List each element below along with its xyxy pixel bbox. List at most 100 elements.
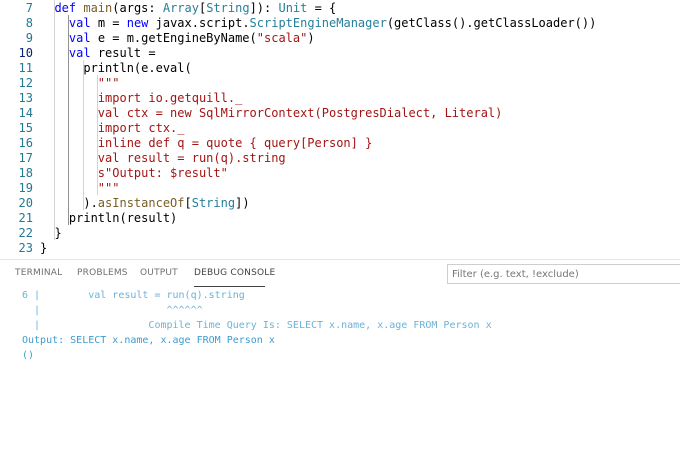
code-text: """ [40,181,120,196]
code-token: val ctx = new SqlMirrorContext(PostgresD… [40,106,503,120]
console-line: () [22,350,35,361]
code-token: val [68,31,98,45]
tab-debug-console[interactable]: DEBUG CONSOLE [194,268,275,278]
code-token: val result = run(q).string [40,151,286,165]
code-token: "scala" [256,31,308,45]
line-number: 16 [18,136,33,150]
line-number: 13 [18,91,33,105]
code-token: m = [97,16,127,30]
code-token: inline def q = quote { query[Person] } [40,136,373,150]
console-line: | Compile Time Query Is: SELECT x.name, … [22,320,492,331]
code-token: result = [97,46,156,60]
line-number: 22 [18,226,33,240]
tab-problems[interactable]: PROBLEMS [77,268,128,278]
code-text: ).asInstanceOf[String]) [40,196,250,211]
code-token: String [191,196,236,210]
code-text: val ctx = new SqlMirrorContext(PostgresD… [40,106,503,121]
code-text: import ctx._ [40,121,185,136]
code-line[interactable]: 22 } [0,226,680,241]
code-line[interactable]: 17 val result = run(q).string [0,151,680,166]
line-number: 15 [18,121,33,135]
code-line[interactable]: 7 def main(args: Array[String]): Unit = … [0,1,680,16]
console-line: 6 | val result = run(q).string [22,290,245,301]
code-token: javax.script. [155,16,250,30]
code-token: } [40,241,48,255]
code-text: val result = [40,46,156,61]
code-token: ). [40,196,98,210]
code-token: val [68,16,98,30]
code-text: def main(args: Array[String]): Unit = { [40,1,336,16]
line-number: 9 [25,31,33,45]
code-token: Array [162,1,199,15]
tab-terminal[interactable]: TERMINAL [15,268,62,278]
code-line[interactable]: 21 println(result) [0,211,680,226]
code-line[interactable]: 19 """ [0,181,680,196]
line-number: 18 [18,166,33,180]
code-text: """ [40,76,120,91]
code-token: (getClass().getClassLoader()) [386,16,597,30]
code-token: ScriptEngineManager [249,16,387,30]
code-text: inline def q = quote { query[Person] } [40,136,373,151]
code-line[interactable]: 10 val result = [0,46,680,61]
code-token: [ [184,196,192,210]
code-editor[interactable]: 7 def main(args: Array[String]): Unit = … [0,0,680,260]
code-text: println(e.eval( [40,61,192,76]
code-token: ) [307,31,315,45]
code-line[interactable]: 14 val ctx = new SqlMirrorContext(Postgr… [0,106,680,121]
code-line[interactable]: 9 val e = m.getEngineByName("scala") [0,31,680,46]
code-token: """ [40,181,120,195]
line-number: 21 [18,211,33,225]
code-token: asInstanceOf [97,196,185,210]
code-text: } [40,226,62,241]
line-number: 20 [18,196,33,210]
code-line[interactable]: 8 val m = new javax.script.ScriptEngineM… [0,16,680,31]
code-token: new [126,16,156,30]
console-line: | ^^^^^^ [22,305,203,316]
line-number: 23 [18,241,33,255]
line-number: 11 [18,61,33,75]
code-token: import ctx._ [40,121,185,135]
code-token: (args: [112,1,163,15]
code-text: val m = new javax.script.ScriptEngineMan… [40,16,596,31]
code-token: ]) [235,196,250,210]
code-text: val result = run(q).string [40,151,286,166]
line-number: 10 [18,46,33,60]
line-number: 19 [18,181,33,195]
code-token: Unit [278,1,308,15]
code-line[interactable]: 18 s"Output: $result" [0,166,680,181]
code-token: e = m.getEngineByName( [97,31,257,45]
code-line[interactable]: 11 println(e.eval( [0,61,680,76]
code-line[interactable]: 15 import ctx._ [0,121,680,136]
line-number: 8 [25,16,33,30]
code-token: println(result) [40,211,178,225]
code-text: s"Output: $result" [40,166,228,181]
code-line[interactable]: 12 """ [0,76,680,91]
code-token: s"Output: $result" [40,166,228,180]
code-token: } [40,226,62,240]
code-token: main [83,1,113,15]
code-line[interactable]: 16 inline def q = quote { query[Person] … [0,136,680,151]
code-line[interactable]: 13 import io.getquill._ [0,91,680,106]
code-token: import io.getquill._ [40,91,243,105]
code-token: = { [307,1,337,15]
code-token: val [68,46,98,60]
active-tab-indicator [194,286,265,287]
bottom-panel: TERMINAL PROBLEMS OUTPUT DEBUG CONSOLE 6… [0,260,680,458]
tab-output[interactable]: OUTPUT [140,268,178,278]
filter-input[interactable] [447,264,680,284]
line-number: 12 [18,76,33,90]
line-number: 17 [18,151,33,165]
code-token: println(e.eval( [40,61,192,75]
line-number: 14 [18,106,33,120]
code-line[interactable]: 23} [0,241,680,256]
code-token: String [206,1,250,15]
line-number: 7 [25,1,33,15]
code-token: ]): [249,1,279,15]
code-text: } [40,241,47,256]
code-line[interactable]: 20 ).asInstanceOf[String]) [0,196,680,211]
code-text: import io.getquill._ [40,91,243,106]
